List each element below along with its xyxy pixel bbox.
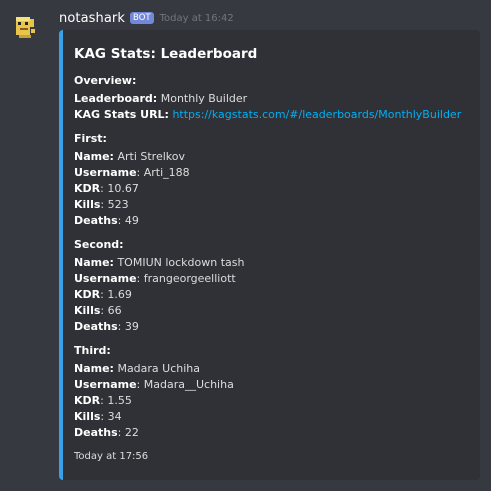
message-header: notashark BOT Today at 16:42 bbox=[59, 9, 234, 27]
deaths-label: Deaths bbox=[74, 214, 118, 227]
kills-value: 523 bbox=[107, 198, 129, 211]
leaderboard-row: Leaderboard: Monthly Builder bbox=[74, 91, 247, 107]
message-timestamp[interactable]: Today at 16:42 bbox=[160, 13, 234, 24]
deaths-row: Deaths: 49 bbox=[74, 214, 139, 227]
kdr-row: KDR: 10.67 bbox=[74, 182, 139, 195]
embed-title: KAG Stats: Leaderboard bbox=[74, 46, 258, 62]
kdr-row: KDR: 1.69 bbox=[74, 288, 132, 301]
section-heading: Third: bbox=[74, 344, 111, 357]
bot-tag: BOT bbox=[130, 12, 154, 24]
section-heading: First: bbox=[74, 132, 107, 145]
avatar[interactable] bbox=[13, 14, 39, 40]
author-name[interactable]: notashark bbox=[59, 11, 125, 26]
name-row: Name: TOMIUN lockdown tash bbox=[74, 255, 244, 271]
kdr-row: KDR: 1.55 bbox=[74, 394, 132, 407]
kdr-label: KDR bbox=[74, 182, 101, 195]
username-label: Username bbox=[74, 272, 137, 285]
name-value: TOMIUN lockdown tash bbox=[117, 256, 245, 269]
name-label: Name: bbox=[74, 150, 114, 163]
deaths-value: 22 bbox=[124, 426, 139, 439]
kills-row: Kills: 34 bbox=[74, 410, 122, 423]
name-label: Name: bbox=[74, 362, 114, 375]
kagstats-link[interactable]: https://kagstats.com/#/leaderboards/Mont… bbox=[172, 108, 461, 121]
kills-label: Kills bbox=[74, 304, 101, 317]
section-heading: Second: bbox=[74, 238, 124, 251]
kills-value: 66 bbox=[107, 304, 122, 317]
embed-footer-timestamp: Today at 17:56 bbox=[74, 451, 149, 462]
url-label: KAG Stats URL: bbox=[74, 108, 169, 121]
leaderboard-value: Monthly Builder bbox=[160, 92, 248, 105]
embed: KAG Stats: Leaderboard Overview: Leaderb… bbox=[59, 30, 480, 480]
username-row: Username: Arti_188 bbox=[74, 166, 190, 179]
name-row: Name: Madara Uchiha bbox=[74, 361, 200, 377]
kills-value: 34 bbox=[107, 410, 122, 423]
username-label: Username bbox=[74, 166, 137, 179]
kills-row: Kills: 66 bbox=[74, 304, 122, 317]
bot-avatar-icon bbox=[16, 17, 36, 38]
name-value: Madara Uchiha bbox=[117, 362, 201, 375]
kdr-value: 1.69 bbox=[107, 288, 132, 301]
deaths-value: 49 bbox=[124, 214, 139, 227]
username-label: Username bbox=[74, 378, 137, 391]
kdr-value: 1.55 bbox=[107, 394, 132, 407]
overview-heading: Overview: bbox=[74, 74, 137, 87]
name-label: Name: bbox=[74, 256, 114, 269]
kdr-label: KDR bbox=[74, 394, 101, 407]
deaths-label: Deaths bbox=[74, 320, 118, 333]
name-row: Name: Arti Strelkov bbox=[74, 149, 185, 165]
username-value: frangeorgeelliott bbox=[143, 272, 236, 285]
deaths-value: 39 bbox=[124, 320, 139, 333]
deaths-label: Deaths bbox=[74, 426, 118, 439]
username-row: Username: frangeorgeelliott bbox=[74, 272, 236, 285]
name-value: Arti Strelkov bbox=[117, 150, 185, 163]
username-value: Madara__Uchiha bbox=[143, 378, 234, 391]
deaths-row: Deaths: 22 bbox=[74, 426, 139, 439]
kills-label: Kills bbox=[74, 410, 101, 423]
username-value: Arti_188 bbox=[143, 166, 190, 179]
kills-label: Kills bbox=[74, 198, 101, 211]
kdr-label: KDR bbox=[74, 288, 101, 301]
url-row: KAG Stats URL: https://kagstats.com/#/le… bbox=[74, 107, 461, 123]
kdr-value: 10.67 bbox=[107, 182, 139, 195]
deaths-row: Deaths: 39 bbox=[74, 320, 139, 333]
username-row: Username: Madara__Uchiha bbox=[74, 378, 234, 391]
leaderboard-label: Leaderboard: bbox=[74, 92, 158, 105]
kills-row: Kills: 523 bbox=[74, 198, 129, 211]
